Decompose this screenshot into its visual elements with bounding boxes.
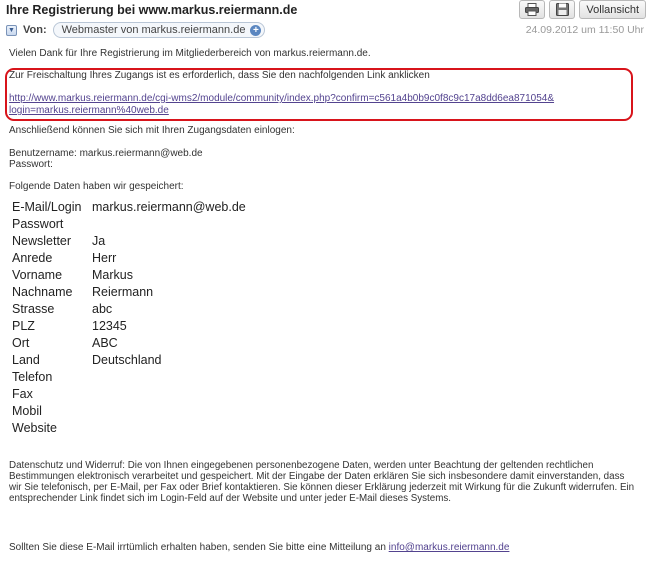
field-label: E-Mail/Login	[12, 199, 82, 214]
saved-data-table: E-Mail/Login markus.reiermann@web.de Passw…	[12, 198, 246, 436]
table-row: PLZ 12345	[12, 317, 246, 334]
plus-icon[interactable]: +	[250, 24, 262, 36]
activation-link-line1[interactable]: http://www.markus.reiermann.de/cgi-wms2/…	[9, 93, 554, 104]
saved-data-text: Folgende Daten haben wir gespeichert:	[9, 181, 184, 192]
field-label: Website	[12, 420, 57, 435]
table-row: Website	[12, 419, 246, 436]
table-row: Nachname Reiermann	[12, 283, 246, 300]
field-value	[92, 385, 246, 402]
field-value: abc	[92, 301, 113, 316]
field-value	[92, 215, 246, 232]
activation-text: Zur Freischaltung Ihres Zugangs ist es e…	[9, 70, 430, 81]
login-text: Anschließend können Sie sich mit Ihren Z…	[9, 125, 295, 136]
table-row: Anrede Herr	[12, 249, 246, 266]
table-row: Strasse abc	[12, 300, 246, 317]
table-row: E-Mail/Login markus.reiermann@web.de	[12, 198, 246, 215]
mail-date: 24.09.2012 um 11:50 Uhr	[525, 24, 644, 36]
from-row: ▼ Von: Webmaster von markus.reiermann.de…	[6, 22, 266, 38]
mail-subject: Ihre Registrierung bei www.markus.reierm…	[6, 3, 298, 17]
sender-name: Webmaster von markus.reiermann.de	[61, 24, 246, 36]
footer-message: Sollten Sie diese E-Mail irrtümlich erha…	[9, 542, 389, 553]
table-row: Vorname Markus	[12, 266, 246, 283]
field-value: 12345	[92, 318, 127, 333]
field-label: Newsletter	[12, 233, 72, 248]
field-label: Passwort	[12, 216, 64, 231]
field-label: Vorname	[12, 267, 63, 282]
mail-toolbar: Vollansicht	[519, 0, 646, 19]
field-label: Strasse	[12, 301, 55, 316]
field-value: ABC	[92, 335, 118, 350]
field-value: Deutschland	[92, 352, 162, 367]
save-icon	[555, 3, 569, 16]
table-row: Passwort	[12, 215, 246, 232]
field-value	[92, 402, 246, 419]
field-label: PLZ	[12, 318, 35, 333]
fullview-button[interactable]: Vollansicht	[579, 0, 646, 19]
table-row: Mobil	[12, 402, 246, 419]
activation-link[interactable]: http://www.markus.reiermann.de/cgi-wms2/…	[9, 93, 554, 117]
from-label: Von:	[23, 24, 47, 36]
activation-link-line2[interactable]: login=markus.reiermann%40web.de	[9, 105, 169, 116]
chevron-down-icon[interactable]: ▼	[6, 24, 17, 36]
field-label: Telefon	[12, 369, 53, 384]
mail-header: Ihre Registrierung bei www.markus.reierm…	[0, 0, 650, 44]
field-label: Ort	[12, 335, 30, 350]
field-value	[92, 368, 246, 385]
save-button[interactable]	[549, 0, 576, 19]
privacy-text: Datenschutz und Widerruf: Die von Ihnen …	[9, 460, 635, 504]
field-label: Nachname	[12, 284, 73, 299]
field-label: Mobil	[12, 403, 42, 418]
field-value: Ja	[92, 233, 106, 248]
footer-text: Sollten Sie diese E-Mail irrtümlich erha…	[9, 542, 509, 554]
sender-pill[interactable]: Webmaster von markus.reiermann.de +	[52, 22, 266, 38]
field-value	[92, 419, 246, 436]
table-row: Newsletter Ja	[12, 232, 246, 249]
print-icon	[525, 3, 540, 16]
table-row: Land Deutschland	[12, 351, 246, 368]
password-line: Passwort:	[9, 159, 53, 170]
field-value: Herr	[92, 250, 117, 265]
table-row: Telefon	[12, 368, 246, 385]
greeting-text: Vielen Dank für Ihre Registrierung im Mi…	[9, 48, 371, 59]
print-button[interactable]	[519, 0, 546, 19]
field-value: Reiermann	[92, 284, 154, 299]
field-label: Fax	[12, 386, 33, 401]
field-label: Land	[12, 352, 40, 367]
table-row: Ort ABC	[12, 334, 246, 351]
field-value: Markus	[92, 267, 133, 282]
field-label: Anrede	[12, 250, 53, 265]
table-row: Fax	[12, 385, 246, 402]
field-value: markus.reiermann@web.de	[92, 199, 246, 214]
footer-email-link[interactable]: info@markus.reiermann.de	[389, 542, 510, 553]
